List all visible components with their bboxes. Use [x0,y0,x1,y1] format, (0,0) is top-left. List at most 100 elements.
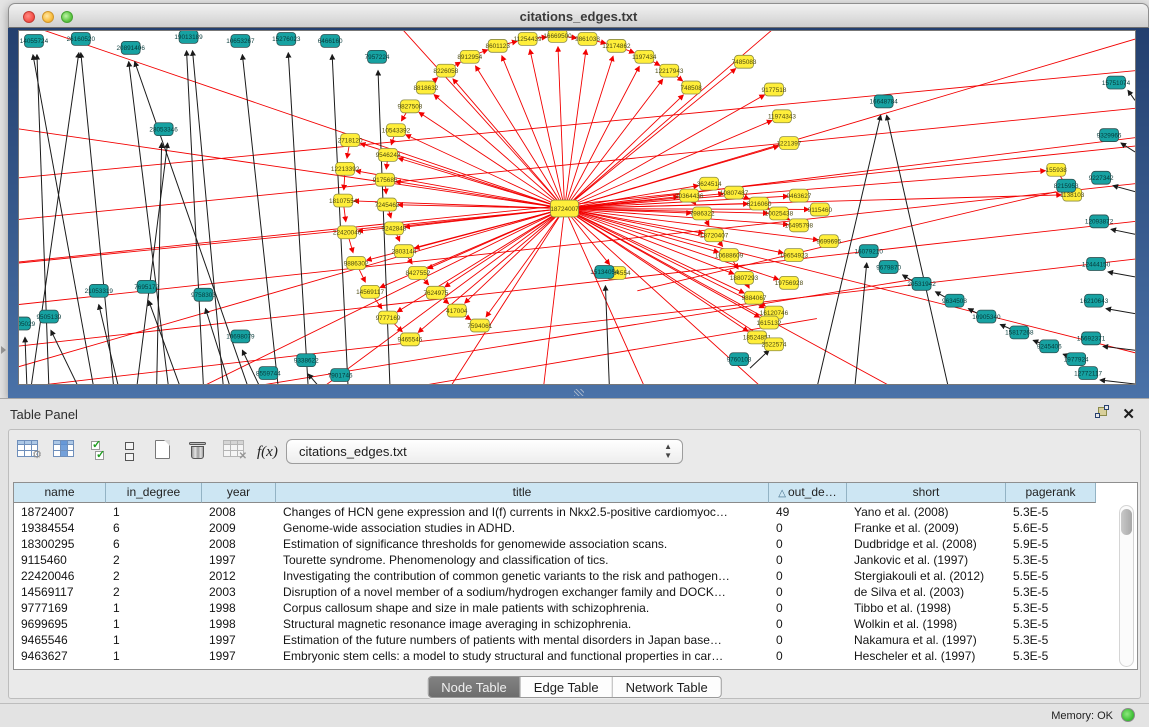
graph-node-12093872[interactable]: 12093872 [1085,215,1114,228]
graph-node-8427552[interactable]: 8427552 [406,266,431,279]
table-cell[interactable]: Disruption of a novel member of a sodium… [276,584,769,600]
table-cell[interactable]: 5.3E-5 [1006,616,1096,632]
graph-node-7594061[interactable]: 7594061 [467,319,492,332]
graph-node-18724007[interactable]: 18724007 [550,200,579,217]
table-row[interactable]: 977716911998Corpus callosum shape and si… [14,600,1137,616]
table-cell[interactable]: Investigating the contribution of common… [276,568,769,584]
graph-node-8559744[interactable]: 8559744 [256,367,281,380]
black-edge[interactable] [33,55,94,384]
graph-node-9760103[interactable]: 9760103 [727,353,752,366]
graph-node-9699695[interactable]: 9699695 [816,235,841,248]
table-cell[interactable]: 1 [106,504,202,520]
graph-node-12213392[interactable]: 12213392 [331,162,360,175]
table-cell[interactable]: 5.3E-5 [1006,632,1096,648]
black-edge[interactable] [25,337,27,384]
table-cell[interactable]: 22420046 [14,568,106,584]
table-cell[interactable]: 2 [106,568,202,584]
table-cell[interactable]: Stergiakouli et al. (2012) [847,568,1006,584]
table-cell[interactable]: 2003 [202,584,276,600]
table-cell[interactable]: Dudbridge et al. (2008) [847,536,1006,552]
table-cell[interactable]: Corpus callosum shape and size in male p… [276,600,769,616]
graph-node-3624514[interactable]: 3624514 [697,177,722,190]
table-cell[interactable]: 9699695 [14,616,106,632]
citation-network-graph[interactable]: 9827508105433929546243917568572454629242… [19,31,1135,384]
table-cell[interactable]: 2009 [202,520,276,536]
black-edge[interactable] [81,53,114,384]
black-edge[interactable] [1113,186,1135,192]
graph-node-7245462[interactable]: 7245462 [375,198,400,211]
graph-node-11974343[interactable]: 11974343 [768,110,796,123]
graph-node-9886302[interactable]: 9886302 [344,257,369,270]
table-cell[interactable]: 18724007 [14,504,106,520]
graph-node-16079210[interactable]: 16079210 [855,245,884,258]
column-select-icon[interactable] [53,440,79,466]
table-row[interactable]: 946362711997Embryonic stem cells: a mode… [14,648,1137,664]
table-cell[interactable]: 0 [769,552,847,568]
table-cell[interactable]: 0 [769,600,847,616]
graph-node-9338622[interactable]: 9338622 [294,354,319,367]
red-edge[interactable] [19,221,1135,348]
row-height-icon[interactable] [125,442,151,468]
graph-node-8818632[interactable]: 8818632 [413,81,438,94]
graph-node-15276023[interactable]: 15276023 [272,32,301,45]
table-cell[interactable]: Embryonic stem cells: a model to study s… [276,648,769,664]
graph-node-9227342[interactable]: 9227342 [1089,171,1114,184]
table-row[interactable]: 1830029562008Estimation of significance … [14,536,1137,552]
black-edge[interactable] [1106,309,1135,314]
table-cell[interactable]: 0 [769,616,847,632]
graph-node-1197434[interactable]: 1197434 [632,50,657,63]
window-titlebar[interactable]: citations_edges.txt [8,3,1149,28]
table-cell[interactable]: Genome-wide association studies in ADHD. [276,520,769,536]
graph-node-10905340[interactable]: 10905340 [972,310,1001,323]
graph-node-2522574[interactable]: 2522574 [762,338,787,351]
graph-node-9505139[interactable]: 9505139 [37,310,62,323]
red-edge[interactable] [476,66,565,208]
table-cell[interactable]: 1997 [202,632,276,648]
graph-node-16648784[interactable]: 16648784 [869,95,898,108]
table-cell[interactable]: 5.3E-5 [1006,504,1096,520]
graph-node-16210643[interactable]: 16210643 [1080,294,1109,307]
black-edge[interactable] [1128,90,1135,100]
table-row[interactable]: 911546021997Tourette syndrome. Phenomeno… [14,552,1137,568]
graph-node-20605029[interactable]: 20605029 [19,317,36,330]
graph-node-15692371[interactable]: 15692371 [1077,332,1106,345]
graph-node-1615132[interactable]: 1615132 [757,316,782,329]
graph-node-28053346[interactable]: 28053346 [149,123,178,136]
table-cell[interactable]: 1 [106,648,202,664]
graph-node-21053319[interactable]: 21053319 [85,284,114,297]
table-cell[interactable]: 0 [769,632,847,648]
graph-node-9679870[interactable]: 9679870 [876,261,901,274]
table-cell[interactable]: 5.3E-5 [1006,552,1096,568]
red-edge[interactable] [538,208,565,384]
table-cell[interactable]: 9777169 [14,600,106,616]
graph-node-1977924[interactable]: 1977924 [1064,353,1089,366]
black-edge[interactable] [1108,272,1135,277]
graph-node-15751074[interactable]: 15751074 [1102,76,1131,89]
table-cell[interactable]: Yano et al. (2008) [847,504,1006,520]
graph-node-2803144[interactable]: 2803144 [392,245,417,258]
table-cell[interactable]: 1997 [202,552,276,568]
column-header-in_degree[interactable]: in_degree [106,483,202,503]
table-cell[interactable]: 14569117 [14,584,106,600]
table-cell[interactable]: 0 [769,568,847,584]
graph-node-9861038[interactable]: 9861038 [575,32,600,45]
window-resize-grip[interactable] [574,389,584,396]
graph-node-11254439[interactable]: 11254439 [514,32,542,45]
black-edge[interactable] [605,286,609,384]
graph-node-9175685[interactable]: 9175685 [373,173,398,186]
table-row[interactable]: 2242004622012Investigating the contribut… [14,568,1137,584]
table-cell[interactable]: Hescheler et al. (1997) [847,648,1006,664]
graph-node-6216060[interactable]: 6216060 [747,197,772,210]
column-header-out_de[interactable]: △out_de… [769,483,847,503]
table-cell[interactable]: 9463627 [14,648,106,664]
red-edge[interactable] [419,112,564,208]
table-cell[interactable]: 2 [106,552,202,568]
graph-node-9546243[interactable]: 9546243 [376,149,401,162]
vertical-scrollbar[interactable] [1119,505,1134,667]
black-edge[interactable] [137,143,168,384]
table-cell[interactable]: 19384554 [14,520,106,536]
table-row[interactable]: 1456911722003Disruption of a novel membe… [14,584,1137,600]
red-edge[interactable] [502,56,565,209]
table-cell[interactable]: Nakamura et al. (1997) [847,632,1006,648]
red-edge[interactable] [486,208,564,316]
